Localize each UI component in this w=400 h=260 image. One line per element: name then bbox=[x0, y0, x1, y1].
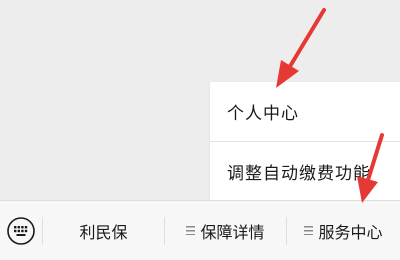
menu-item-coverage-details[interactable]: 保障详情 bbox=[165, 201, 286, 260]
submenu-item-auto-payment[interactable]: 调整自动缴费功能 bbox=[210, 142, 400, 200]
keyboard-toggle-button[interactable] bbox=[0, 201, 42, 260]
chat-screen: 个人中心 调整自动缴费功能 利民保 保障详情 服务中心 bbox=[0, 0, 400, 260]
menu-item-limin-bao[interactable]: 利民保 bbox=[43, 201, 164, 260]
keyboard-icon bbox=[7, 216, 35, 245]
menu-item-label: 利民保 bbox=[79, 222, 128, 242]
menu-item-label: 服务中心 bbox=[318, 222, 383, 242]
submenu-item-label: 调整自动缴费功能 bbox=[227, 163, 371, 184]
menu-item-label: 保障详情 bbox=[200, 222, 265, 242]
service-submenu-popup: 个人中心 调整自动缴费功能 bbox=[210, 82, 400, 200]
annotation-arrow-personal-center bbox=[276, 8, 326, 88]
submenu-lines-icon bbox=[304, 226, 314, 235]
official-account-menubar: 利民保 保障详情 服务中心 bbox=[0, 200, 400, 260]
submenu-item-label: 个人中心 bbox=[227, 103, 299, 124]
submenu-item-personal-center[interactable]: 个人中心 bbox=[210, 82, 400, 140]
submenu-lines-icon bbox=[186, 226, 196, 235]
menu-item-service-center[interactable]: 服务中心 bbox=[287, 201, 400, 260]
